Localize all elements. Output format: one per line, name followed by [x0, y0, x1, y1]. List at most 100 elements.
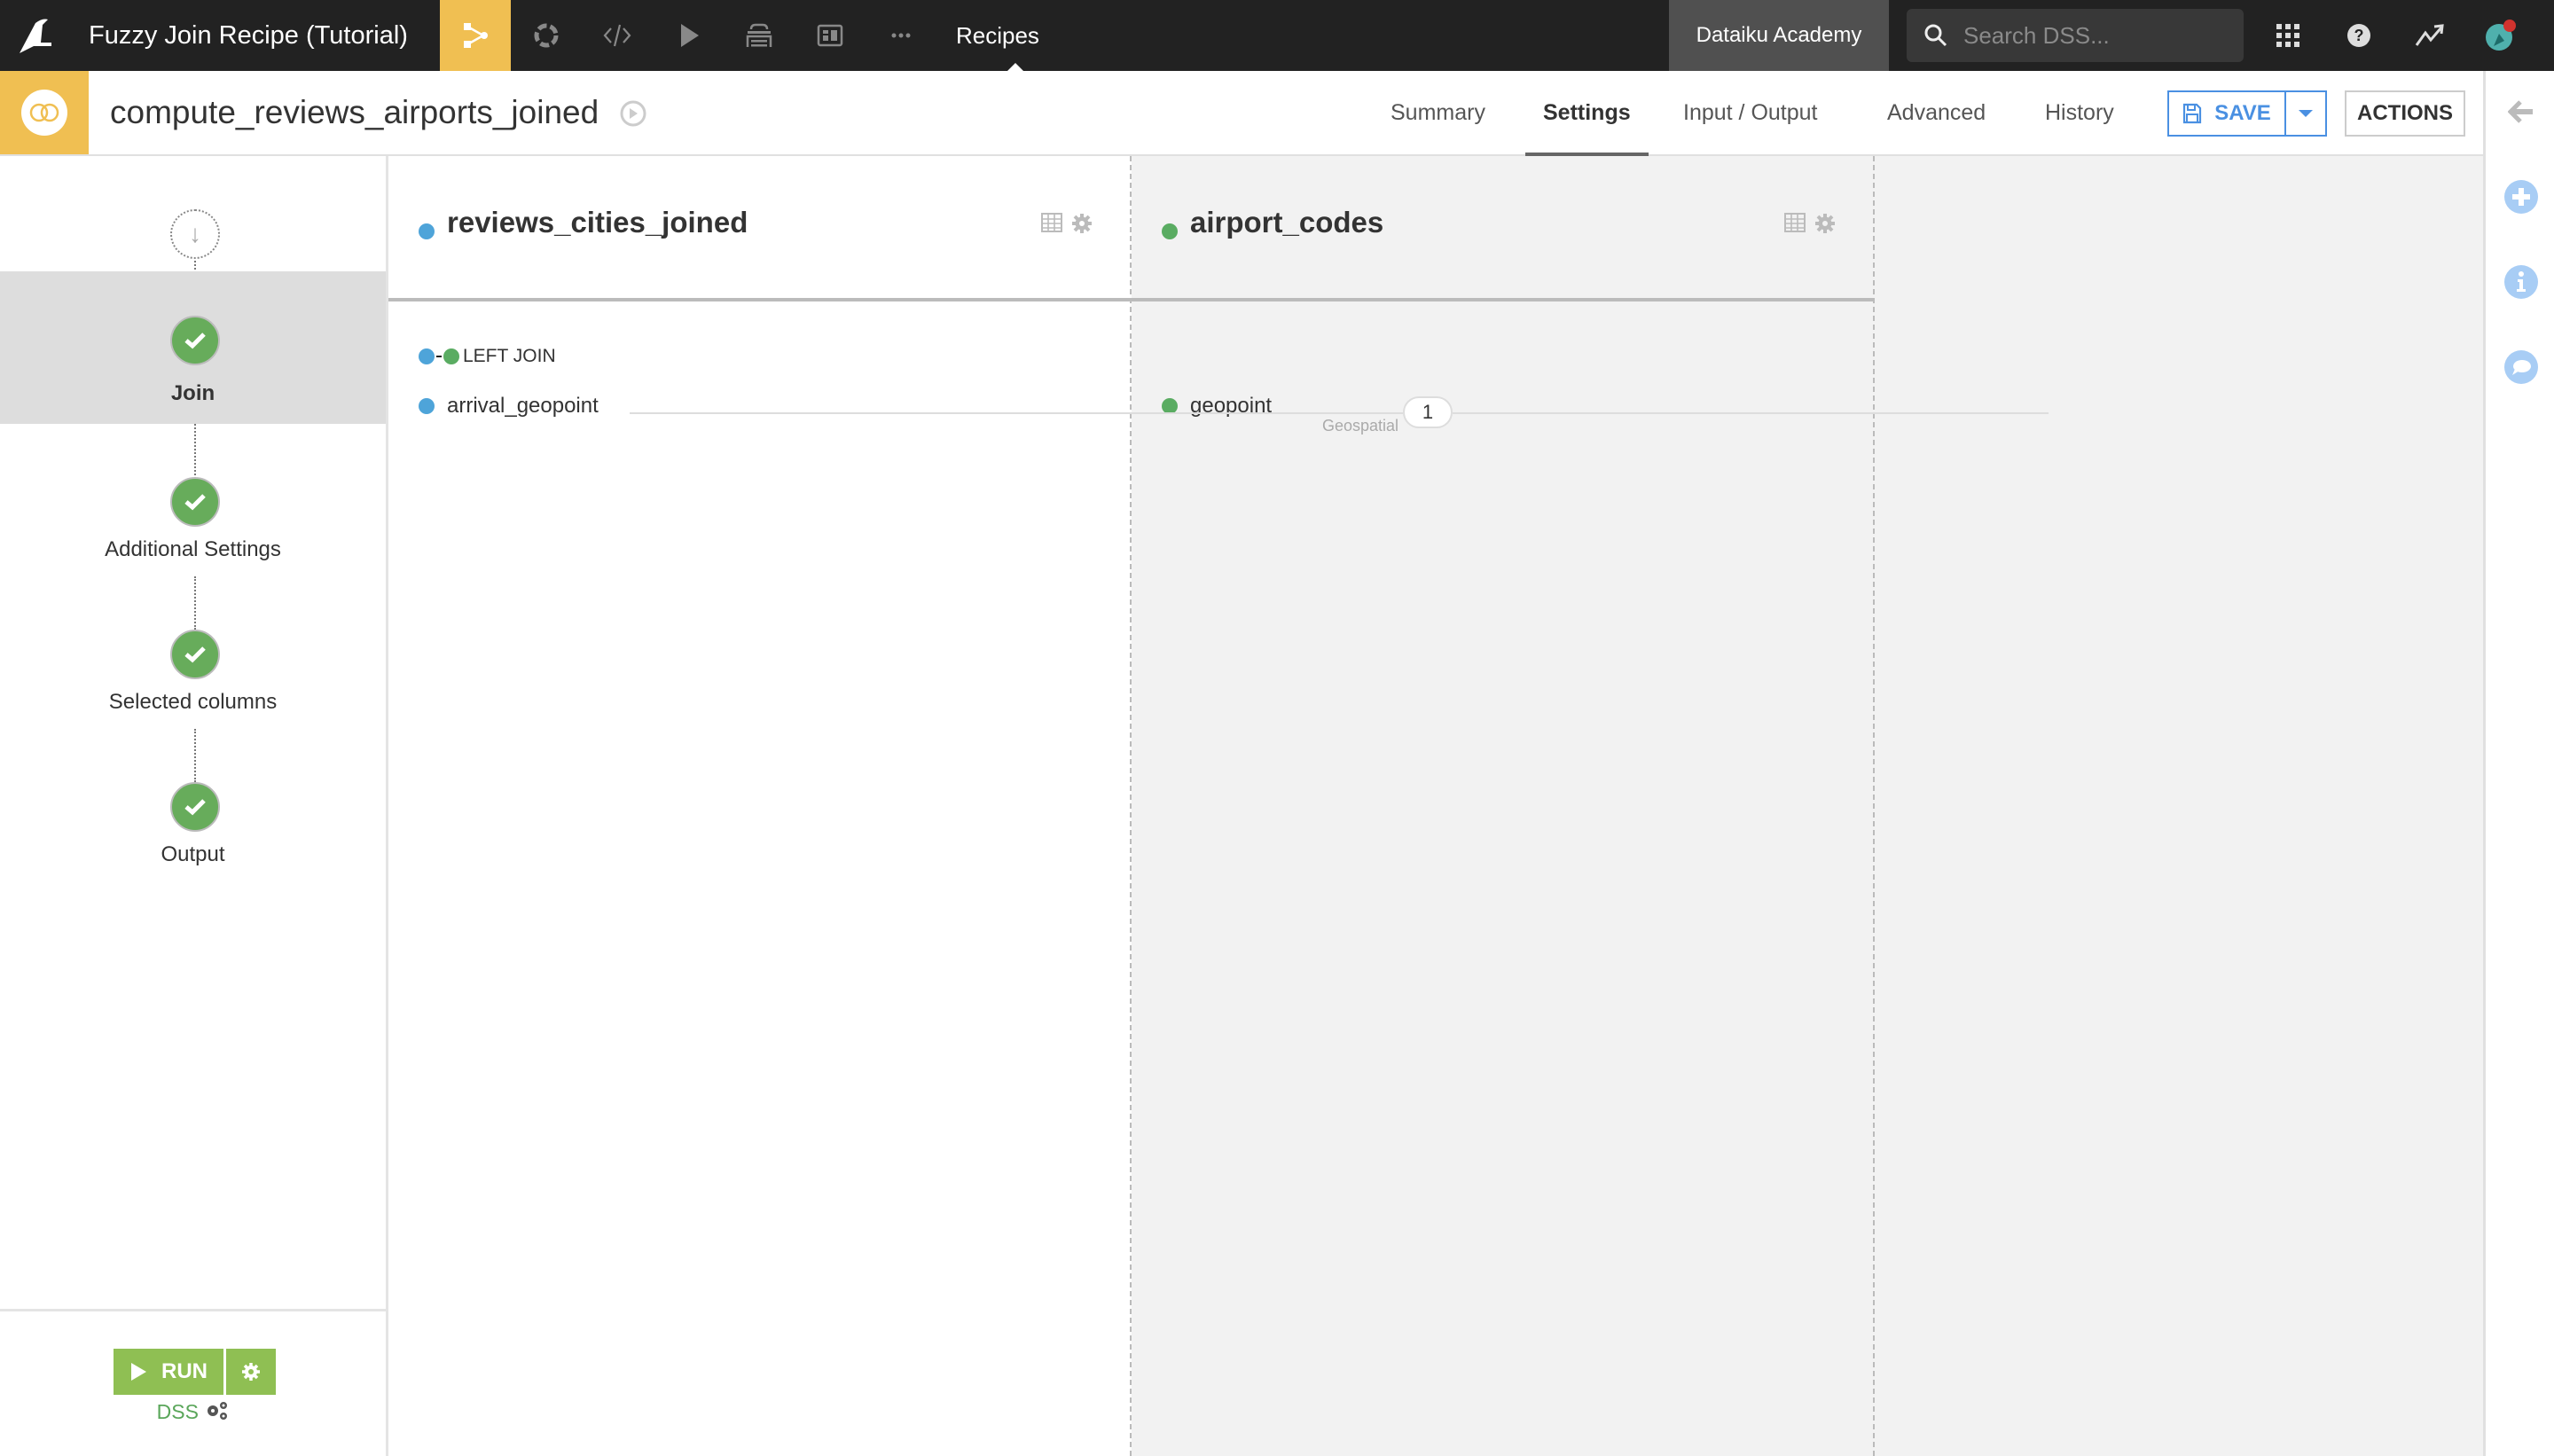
execution-engine[interactable]: DSS: [0, 1400, 386, 1424]
info-button[interactable]: [2503, 264, 2539, 300]
step-label: Join: [170, 381, 215, 405]
plus-circle-icon: [2504, 180, 2538, 214]
left-dataset-column: reviews_cities_joined LEFT JOIN arrival_…: [388, 156, 1132, 1456]
instance-name[interactable]: Dataiku Academy: [1669, 0, 1889, 71]
run-label: RUN: [161, 1359, 208, 1383]
dataiku-logo-icon[interactable]: [16, 16, 59, 55]
tab-summary[interactable]: Summary: [1391, 71, 1485, 154]
discussions-button[interactable]: [2503, 349, 2539, 385]
save-label: SAVE: [2214, 101, 2271, 125]
dataset-color-dot: [1162, 223, 1178, 239]
gear-icon: [242, 1363, 260, 1381]
code-nav-button[interactable]: [582, 0, 653, 71]
arrow-left-icon: [2508, 100, 2533, 123]
search-input[interactable]: [1963, 9, 2229, 62]
run-footer: RUN DSS: [0, 1309, 386, 1456]
apps-grid-button[interactable]: [2270, 18, 2306, 53]
more-icon: [891, 33, 911, 38]
project-title[interactable]: Fuzzy Join Recipe (Tutorial): [89, 0, 408, 71]
run-settings-button[interactable]: [226, 1349, 276, 1395]
recipe-header: compute_reviews_airports_joined Summary …: [0, 71, 2483, 156]
dashboards-nav-button[interactable]: [795, 0, 866, 71]
left-column-name: arrival_geopoint: [447, 394, 599, 418]
tab-input-output[interactable]: Input / Output: [1683, 71, 1818, 154]
recipe-steps-sidebar: ↓ Join Additional Settings Selected colu…: [0, 156, 388, 1456]
datasets-nav-button[interactable]: [724, 0, 795, 71]
stack-icon: [746, 23, 772, 47]
tab-settings[interactable]: Settings: [1525, 71, 1649, 156]
step-label: Additional Settings: [105, 537, 281, 561]
apps-grid-icon: [2276, 24, 2299, 47]
step-selected-columns[interactable]: Selected columns: [0, 576, 386, 729]
notification-dot: [2503, 20, 2516, 32]
flow-icon: [464, 23, 488, 48]
help-button[interactable]: ?: [2341, 18, 2377, 53]
recipe-name[interactable]: compute_reviews_airports_joined: [110, 71, 599, 154]
right-dataset-header: airport_codes: [1132, 156, 1873, 301]
tab-advanced[interactable]: Advanced: [1887, 71, 1986, 154]
jobs-nav-button[interactable]: [511, 0, 582, 71]
check-icon: [170, 316, 220, 365]
step-join[interactable]: Join: [0, 271, 386, 424]
start-arrow-icon: ↓: [170, 209, 220, 259]
left-dataset-name[interactable]: reviews_cities_joined: [447, 206, 748, 239]
step-label: Output: [161, 842, 225, 866]
right-dataset-name[interactable]: airport_codes: [1190, 206, 1383, 239]
play-icon: [681, 24, 699, 47]
check-icon: [170, 630, 220, 679]
join-type-selector[interactable]: LEFT JOIN: [419, 346, 556, 367]
search-icon: [1924, 24, 1947, 47]
table-icon[interactable]: [1041, 213, 1062, 232]
jobs-icon: [534, 23, 559, 48]
user-avatar-button[interactable]: [2483, 18, 2519, 53]
chevron-down-icon: [2299, 110, 2313, 117]
add-button[interactable]: [2503, 179, 2539, 215]
floppy-disk-icon: [2183, 103, 2202, 124]
svg-text:?: ?: [2354, 27, 2364, 44]
join-condition-badge[interactable]: 1: [1403, 396, 1453, 428]
check-icon: [170, 477, 220, 527]
collapse-panel-button[interactable]: [2503, 94, 2539, 129]
activity-button[interactable]: [2412, 18, 2448, 53]
join-condition-line: [1453, 412, 2049, 414]
avatar: [2486, 20, 2516, 51]
dashboard-icon: [817, 24, 843, 47]
nav-recipes[interactable]: Recipes: [956, 0, 1039, 71]
table-icon[interactable]: [1784, 213, 1806, 232]
step-label: Selected columns: [108, 690, 278, 714]
join-condition-type: Geospatial: [1322, 417, 1399, 434]
gear-icon[interactable]: [1814, 213, 1836, 234]
step-output[interactable]: Output: [0, 729, 386, 881]
tab-history[interactable]: History: [2045, 71, 2114, 154]
right-panel-rail: [2483, 71, 2554, 1456]
right-dataset-column: airport_codes geopoint: [1132, 156, 1875, 1456]
engine-gears-icon: [208, 1402, 228, 1420]
run-nav-button[interactable]: [653, 0, 724, 71]
chat-bubble-icon: [2504, 350, 2538, 384]
left-join-dot: [419, 348, 435, 364]
join-link: [436, 356, 442, 357]
right-column-name: geopoint: [1190, 394, 1273, 418]
flow-nav-button[interactable]: [440, 0, 511, 71]
join-recipe-icon: [29, 103, 59, 122]
gear-icon[interactable]: [1071, 213, 1093, 234]
actions-button[interactable]: ACTIONS: [2345, 90, 2465, 137]
step-additional-settings[interactable]: Additional Settings: [0, 424, 386, 576]
dataset-color-dot: [419, 223, 435, 239]
info-icon: [2504, 265, 2538, 299]
recipe-engine-icon[interactable]: [619, 99, 647, 128]
right-join-column[interactable]: geopoint: [1162, 394, 1272, 419]
search-box[interactable]: [1907, 9, 2244, 62]
recipe-type-badge: [0, 71, 89, 154]
save-button[interactable]: SAVE: [2169, 92, 2284, 135]
code-icon: [603, 24, 631, 47]
left-join-column[interactable]: arrival_geopoint: [419, 394, 599, 419]
run-button-group: RUN: [114, 1349, 276, 1395]
save-dropdown-button[interactable]: [2284, 92, 2325, 135]
run-button[interactable]: RUN: [114, 1349, 223, 1395]
join-condition-line: [630, 412, 1403, 414]
save-button-group: SAVE: [2167, 90, 2327, 137]
more-nav-button[interactable]: [866, 0, 936, 71]
left-dataset-header: reviews_cities_joined: [388, 156, 1130, 301]
engine-label: DSS: [156, 1400, 199, 1423]
